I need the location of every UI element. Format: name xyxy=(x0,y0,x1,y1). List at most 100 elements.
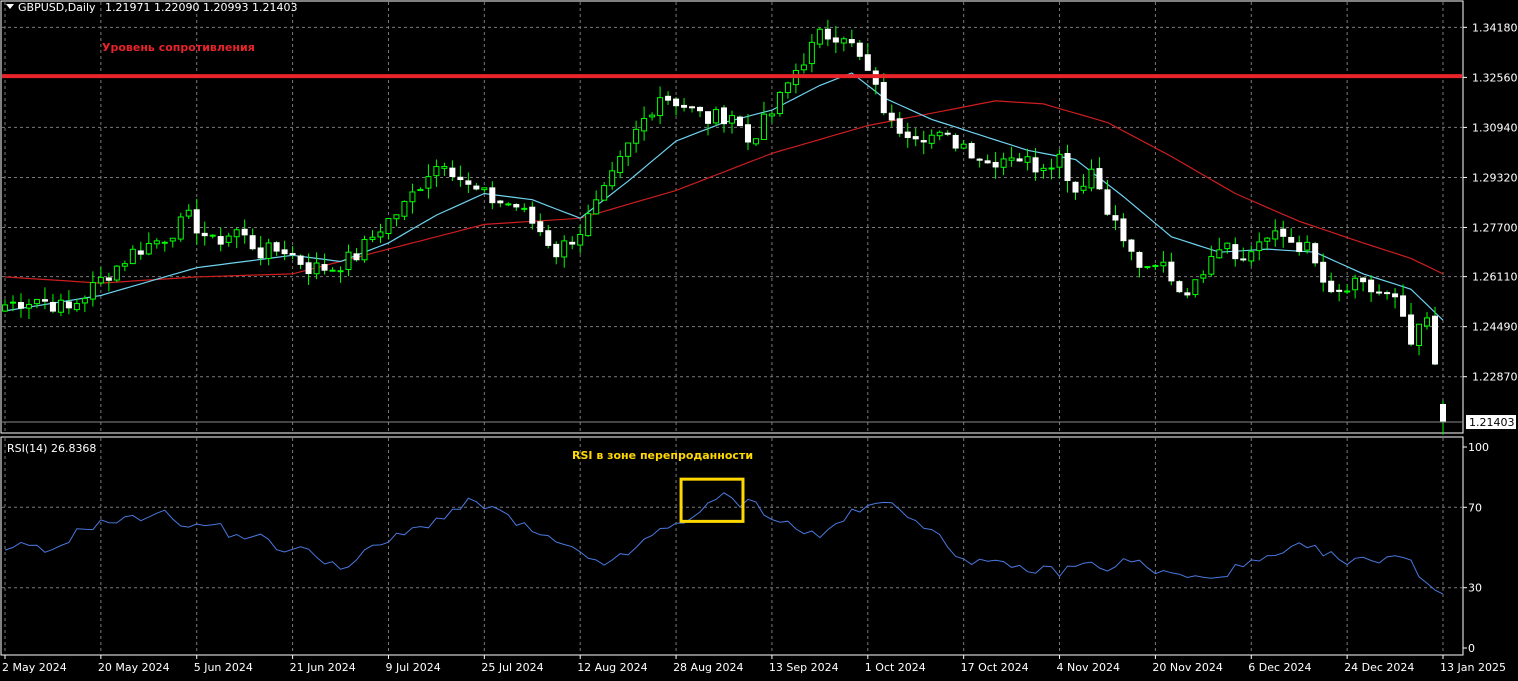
candle-body xyxy=(840,38,847,44)
candle-body xyxy=(968,143,975,159)
candle-body xyxy=(1400,295,1407,317)
time-tick-label: 4 Nov 2024 xyxy=(1057,661,1120,674)
time-tick-label: 13 Sep 2024 xyxy=(769,661,839,674)
candle-body xyxy=(353,253,360,261)
candle-body xyxy=(1344,290,1351,293)
price-panel-frame xyxy=(0,0,1464,434)
candle-body xyxy=(888,112,895,121)
rsi-legend: RSI(14) 26.8368 xyxy=(7,442,96,455)
current-price-label: 1.21403 xyxy=(1469,416,1515,429)
candle-body xyxy=(1008,157,1015,161)
candle-body xyxy=(960,143,967,149)
candle-body xyxy=(1424,317,1431,327)
candle-body xyxy=(49,301,56,312)
candle-body xyxy=(585,213,592,237)
candle-body xyxy=(521,207,528,210)
candle-body xyxy=(537,221,544,233)
price-tick-label: 1.22870 xyxy=(1472,371,1518,384)
candle-body xyxy=(329,269,336,272)
time-tick-label: 1 Oct 2024 xyxy=(865,661,926,674)
candle-body xyxy=(169,237,176,242)
candle-body xyxy=(992,161,999,168)
candle-body xyxy=(241,228,248,236)
candle-body xyxy=(1432,315,1439,365)
candle-body xyxy=(808,41,815,65)
candle-body xyxy=(1088,168,1095,189)
ohlc-values: 1.21971 1.22090 1.20993 1.21403 xyxy=(105,1,297,14)
candle-body xyxy=(121,263,128,267)
candle-body xyxy=(137,250,144,255)
candle-body xyxy=(1216,249,1223,259)
price-panel[interactable]: GBPUSD,Daily 1.21971 1.22090 1.20993 1.2… xyxy=(0,0,1464,435)
candle-body xyxy=(1120,218,1127,242)
price-axis[interactable]: 1.34180 1.32560 1.30940 1.29320 1.27700 1.261… xyxy=(1463,21,1518,384)
time-tick-label: 12 Aug 2024 xyxy=(577,661,647,674)
candle-body xyxy=(936,131,943,137)
candle-body xyxy=(1072,181,1079,193)
candle-body xyxy=(776,91,783,115)
candle-body xyxy=(1288,236,1295,243)
candle-body xyxy=(1376,291,1383,294)
candle-body xyxy=(617,156,624,174)
price-tick-label: 1.32560 xyxy=(1472,71,1518,84)
current-price-tag: 1.21403 xyxy=(1466,415,1516,430)
candle-body xyxy=(89,282,96,300)
candle-body xyxy=(481,187,488,191)
candle-body xyxy=(33,299,40,305)
price-tick-label: 1.30940 xyxy=(1472,121,1518,134)
rsi-axis[interactable]: 100 70 30 0 xyxy=(1463,441,1489,655)
candle-body xyxy=(201,232,208,237)
candle-body xyxy=(856,42,863,57)
candle-body xyxy=(976,158,983,161)
time-tick-label: 20 Nov 2024 xyxy=(1152,661,1222,674)
candle-body xyxy=(425,176,432,189)
time-tick-label: 28 Aug 2024 xyxy=(673,661,743,674)
candle-body xyxy=(185,209,192,217)
chart-canvas: GBPUSD,Daily 1.21971 1.22090 1.20993 1.2… xyxy=(0,0,1518,674)
candle-body xyxy=(2,304,8,312)
candle-body xyxy=(1336,289,1343,292)
candle-body xyxy=(657,97,664,117)
candle-body xyxy=(569,241,576,245)
candle-body xyxy=(1048,167,1055,170)
rsi-panel[interactable]: RSI(14) 26.8368 RSI в зоне перепроданнос… xyxy=(0,436,1464,656)
candle-body xyxy=(433,166,440,177)
candle-body xyxy=(1032,157,1039,173)
candle-body xyxy=(305,262,312,275)
candle-body xyxy=(489,187,496,204)
candle-body xyxy=(1416,323,1423,347)
candle-body xyxy=(1168,261,1175,282)
candle-body xyxy=(904,131,911,139)
time-tick-label: 6 Dec 2024 xyxy=(1248,661,1311,674)
candle-body xyxy=(824,28,831,40)
candle-body xyxy=(1024,156,1031,163)
candle-body xyxy=(1368,279,1375,293)
candle-body xyxy=(1192,279,1199,296)
candle-body xyxy=(912,136,919,140)
time-tick-label: 13 Jan 2025 xyxy=(1440,661,1506,674)
candle-body xyxy=(257,247,264,259)
time-tick-label: 25 Jul 2024 xyxy=(481,661,543,674)
candle-body xyxy=(249,235,256,250)
candle-body xyxy=(689,106,696,109)
candle-body xyxy=(1256,241,1263,252)
candle-body xyxy=(705,111,712,124)
candle-body xyxy=(713,109,720,124)
candle-body xyxy=(577,233,584,246)
candle-body xyxy=(1320,261,1327,283)
candle-body xyxy=(1104,189,1111,215)
candle-body xyxy=(273,242,280,252)
time-axis[interactable]: 2 May 2024 20 May 2024 5 Jun 2024 21 Jun 20… xyxy=(2,655,1506,674)
candle-body xyxy=(225,235,232,243)
candle-body xyxy=(1440,403,1446,423)
candle-body xyxy=(1016,158,1023,162)
candle-body xyxy=(545,230,552,246)
candle-body xyxy=(105,277,112,281)
candle-body xyxy=(17,302,24,309)
candle-body xyxy=(153,240,160,245)
candle-body xyxy=(800,64,807,71)
candle-body xyxy=(1264,237,1271,242)
candle-body xyxy=(1056,153,1063,168)
candle-body xyxy=(1200,274,1207,279)
candle-body xyxy=(665,95,672,101)
